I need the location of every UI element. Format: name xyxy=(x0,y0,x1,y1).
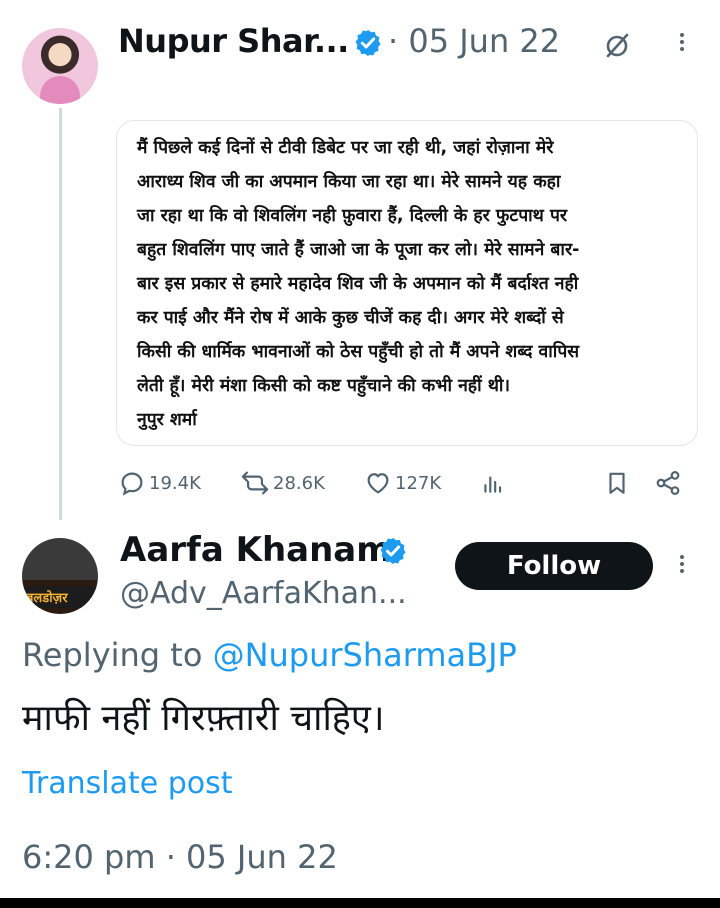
like-icon xyxy=(367,473,389,494)
edit-icon[interactable] xyxy=(602,30,632,60)
views-button[interactable] xyxy=(480,468,509,498)
tweet2-body: माफी नहीं गिरफ़्तारी चाहिए। xyxy=(22,698,385,739)
avatar-banner-text: बलडोज़र xyxy=(26,591,68,606)
share-icon xyxy=(656,471,680,495)
repost-icon xyxy=(241,471,269,495)
views-icon xyxy=(484,476,502,493)
reply-count: 19.4K xyxy=(149,472,201,494)
verified-badge-icon xyxy=(380,537,406,565)
tweet2-author-handle[interactable]: @Adv_AarfaKhan... xyxy=(120,576,407,611)
avatar-nupur[interactable] xyxy=(22,28,98,104)
follow-button[interactable]: Follow xyxy=(455,542,653,590)
replying-to: Replying to @NupurSharmaBJP xyxy=(22,636,517,674)
like-count: 127K xyxy=(395,472,442,494)
repost-count: 28.6K xyxy=(273,472,325,494)
statement-text: मैं पिछले कई दिनों से टीवी डिबेट पर जा र… xyxy=(137,138,580,430)
repost-button[interactable]: 28.6K xyxy=(240,468,325,498)
reply-button[interactable]: 19.4K xyxy=(118,468,201,498)
tweet2-timestamp[interactable]: 6:20 pm · 05 Jun 22 xyxy=(22,838,338,876)
tweet2-author-name[interactable]: Aarfa Khanam xyxy=(120,530,392,570)
replying-to-label: Replying to xyxy=(22,636,213,674)
share-button[interactable] xyxy=(654,468,685,498)
reply-icon xyxy=(121,472,143,496)
more-icon[interactable] xyxy=(672,30,692,60)
tweet1-date[interactable]: · 05 Jun 22 xyxy=(388,22,560,60)
avatar-aarfa[interactable]: बलडोज़र xyxy=(22,538,98,614)
like-button[interactable]: 127K xyxy=(364,468,441,498)
replying-to-mention[interactable]: @NupurSharmaBJP xyxy=(213,636,517,674)
bookmark-button[interactable] xyxy=(604,468,633,498)
thread-line xyxy=(59,108,62,520)
more-icon[interactable] xyxy=(672,552,692,582)
statement-image-card[interactable]: मैं पिछले कई दिनों से टीवी डिबेट पर जा र… xyxy=(116,120,698,446)
translate-post-link[interactable]: Translate post xyxy=(22,766,233,801)
bottom-bar xyxy=(0,898,720,908)
bookmark-icon xyxy=(609,472,625,494)
tweet1-author-name[interactable]: Nupur Shar... xyxy=(118,22,349,60)
verified-badge-icon xyxy=(355,29,381,57)
